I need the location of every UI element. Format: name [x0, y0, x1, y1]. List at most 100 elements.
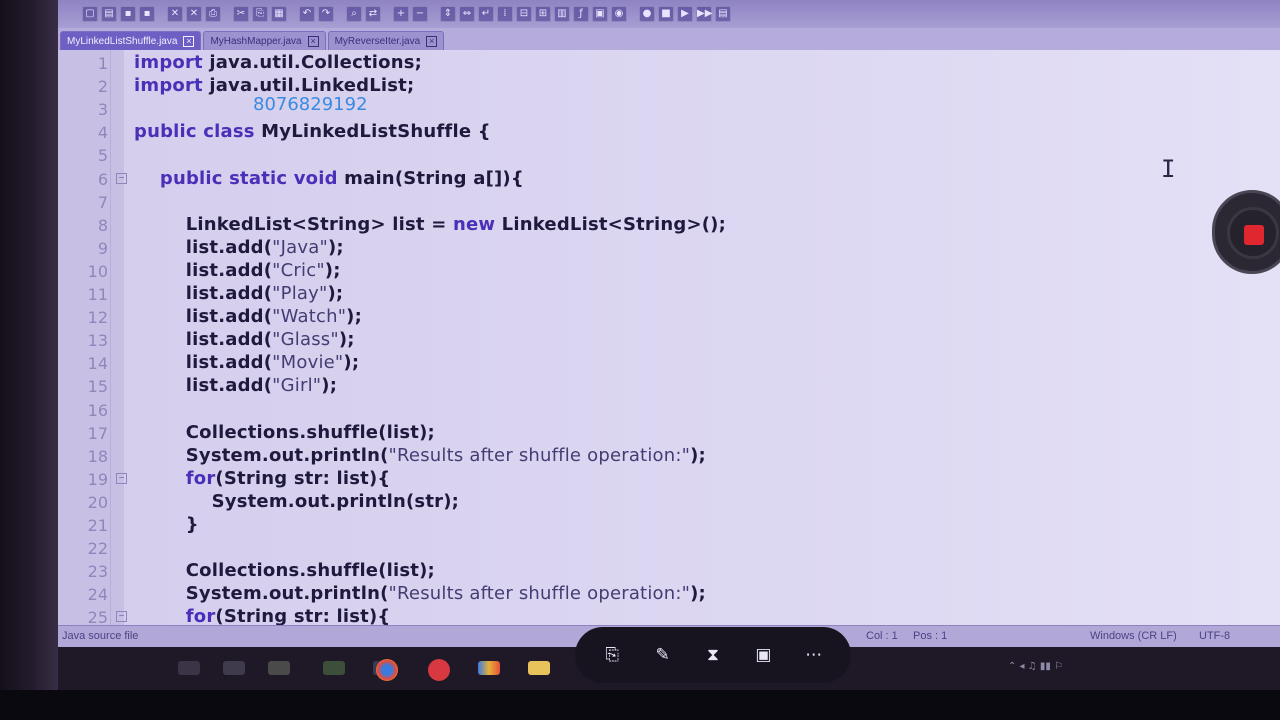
code-line[interactable]: 2 import java.util.LinkedList; — [58, 75, 1280, 98]
replace-icon[interactable]: ⇄ — [365, 6, 381, 22]
more-icon[interactable]: ⋯ — [800, 641, 828, 669]
code-line[interactable]: 6− public static void main(String a[]){ — [58, 168, 1280, 191]
status-encoding[interactable]: UTF-8 — [1199, 630, 1230, 642]
line-number: 11 — [87, 285, 108, 304]
fold-toggle-icon[interactable]: − — [116, 172, 127, 184]
monitor-bezel — [0, 0, 60, 720]
screen-recorder-toolbar: ⎘ ✎ ⧗ ▣ ⋯ — [575, 627, 851, 683]
code-line[interactable]: 20 System.out.println(str); — [58, 491, 1280, 514]
save-macro-icon[interactable]: ▤ — [715, 6, 731, 22]
code-line[interactable]: 22 — [58, 537, 1280, 560]
folder-icon[interactable] — [528, 661, 550, 675]
code-line[interactable]: 19− for(String str: list){ — [58, 468, 1280, 491]
tab-myhashmapper[interactable]: MyHashMapper.java × — [203, 31, 326, 50]
browser-icon[interactable] — [376, 659, 398, 681]
function-list-icon[interactable]: ƒ — [573, 6, 589, 22]
code-text: import java.util.Collections; — [134, 52, 423, 73]
tab-myreverseiter[interactable]: MyReverseIter.java × — [327, 31, 445, 50]
indent-guide-icon[interactable]: ⁞ — [497, 6, 513, 22]
fold-all-icon[interactable]: ⊟ — [516, 6, 532, 22]
open-icon[interactable]: ▤ — [101, 6, 117, 22]
redo-icon[interactable]: ↷ — [318, 6, 334, 22]
close-all-icon[interactable]: ✕ — [186, 6, 202, 22]
line-number: 12 — [87, 308, 108, 328]
wrap-icon[interactable]: ↵ — [478, 6, 494, 22]
main-toolbar: ▢ ▤ ▪ ▪ ✕ ✕ ⎙ ✂ ⎘ ▦ ↶ ↷ ⌕ ⇄ + − ⇕ ⇔ ↵ ⁞ ⊟ ⊞ ▥ ƒ ▣ ◉ ● ■ ▶ ▶▶ ▤ — [58, 0, 1280, 28]
doc-map-icon[interactable]: ▥ — [554, 6, 570, 22]
close-icon[interactable]: × — [426, 35, 438, 47]
sync-h-icon[interactable]: ⇔ — [459, 6, 475, 22]
code-line[interactable]: 16 — [58, 399, 1280, 422]
timer-icon[interactable]: ⧗ — [699, 641, 727, 669]
taskbar-app-icon[interactable] — [268, 661, 290, 675]
print-icon[interactable]: ⎙ — [205, 6, 221, 22]
draw-icon[interactable]: ✎ — [649, 641, 677, 669]
code-line[interactable]: 8 LinkedList<String> list = new LinkedLi… — [58, 214, 1280, 237]
line-number: 21 — [87, 516, 108, 535]
code-line[interactable]: 13 list.add("Glass"); — [58, 329, 1280, 352]
code-line[interactable]: 12 list.add("Watch"); — [58, 306, 1280, 329]
play-macro-icon[interactable]: ▶ — [677, 6, 693, 22]
code-line[interactable]: 3 — [58, 98, 1280, 121]
undo-icon[interactable]: ↶ — [299, 6, 315, 22]
fold-toggle-icon[interactable]: − — [116, 611, 127, 623]
code-line[interactable]: 1 import java.util.Collections; — [58, 52, 1280, 75]
copy-icon[interactable]: ⎘ — [252, 6, 268, 22]
sync-v-icon[interactable]: ⇕ — [440, 6, 456, 22]
cut-icon[interactable]: ✂ — [233, 6, 249, 22]
line-number: 4 — [97, 123, 108, 143]
taskbar-app-icon[interactable] — [178, 661, 200, 675]
code-line[interactable]: 24 System.out.println("Results after shu… — [58, 583, 1280, 606]
code-text: System.out.println("Results after shuffl… — [134, 583, 706, 605]
taskbar-app-icon[interactable] — [428, 659, 450, 681]
line-number: 15 — [87, 377, 108, 397]
line-number: 23 — [87, 562, 108, 582]
tray-icons[interactable]: ⌃ ◂ ♫ ▮▮ ⚐ — [1008, 661, 1063, 672]
close-icon[interactable]: ✕ — [167, 6, 183, 22]
code-line[interactable]: 21 } — [58, 514, 1280, 537]
save-all-icon[interactable]: ▪ — [139, 6, 155, 22]
save-icon[interactable]: ▪ — [120, 6, 136, 22]
unfold-all-icon[interactable]: ⊞ — [535, 6, 551, 22]
code-line[interactable]: 14 list.add("Movie"); — [58, 352, 1280, 375]
code-line[interactable]: 10 list.add("Cric"); — [58, 260, 1280, 283]
line-number: 6 — [97, 169, 108, 189]
screenshot-icon[interactable]: ⎘ — [598, 641, 626, 669]
folder-workspace-icon[interactable]: ▣ — [592, 6, 608, 22]
taskbar-app-icon[interactable] — [323, 661, 345, 675]
record-button[interactable] — [1212, 190, 1280, 274]
taskbar-app-icon[interactable] — [223, 661, 245, 675]
fold-toggle-icon[interactable]: − — [116, 472, 127, 484]
code-line[interactable]: 7 — [58, 191, 1280, 214]
status-column: Col : 1 — [866, 630, 898, 642]
zoom-out-icon[interactable]: − — [412, 6, 428, 22]
code-line[interactable]: 11 list.add("Play"); — [58, 283, 1280, 306]
drive-icon[interactable] — [478, 661, 500, 675]
find-icon[interactable]: ⌕ — [346, 6, 362, 22]
code-editor[interactable]: 8076829192 I 1 import java.util.Collectio… — [58, 50, 1280, 627]
code-line[interactable]: 4 public class MyLinkedListShuffle { — [58, 121, 1280, 144]
run-macro-multiple-icon[interactable]: ▶▶ — [696, 6, 712, 22]
paste-icon[interactable]: ▦ — [271, 6, 287, 22]
code-line[interactable]: 9 list.add("Java"); — [58, 237, 1280, 260]
record-macro-icon[interactable]: ● — [639, 6, 655, 22]
tab-mylinkedlistshuffle[interactable]: MyLinkedListShuffle.java × — [60, 31, 202, 50]
stop-record-icon[interactable] — [1244, 225, 1264, 245]
code-line[interactable]: 23 Collections.shuffle(list); — [58, 560, 1280, 583]
gallery-icon[interactable]: ▣ — [749, 641, 777, 669]
code-line[interactable]: 18 System.out.println("Results after shu… — [58, 445, 1280, 468]
monitor-icon[interactable]: ◉ — [611, 6, 627, 22]
zoom-in-icon[interactable]: + — [393, 6, 409, 22]
code-text: list.add("Java"); — [134, 236, 344, 258]
code-text: list.add("Play"); — [134, 283, 344, 304]
code-line[interactable]: 15 list.add("Girl"); — [58, 375, 1280, 398]
code-line[interactable]: 5 — [58, 144, 1280, 167]
line-number: 9 — [97, 238, 108, 258]
line-number: 22 — [87, 539, 108, 559]
close-icon[interactable]: × — [183, 35, 195, 47]
status-eol[interactable]: Windows (CR LF) — [1090, 630, 1177, 642]
code-line[interactable]: 17 Collections.shuffle(list); — [58, 422, 1280, 445]
new-icon[interactable]: ▢ — [82, 6, 98, 22]
stop-macro-icon[interactable]: ■ — [658, 6, 674, 22]
close-icon[interactable]: × — [307, 35, 319, 47]
